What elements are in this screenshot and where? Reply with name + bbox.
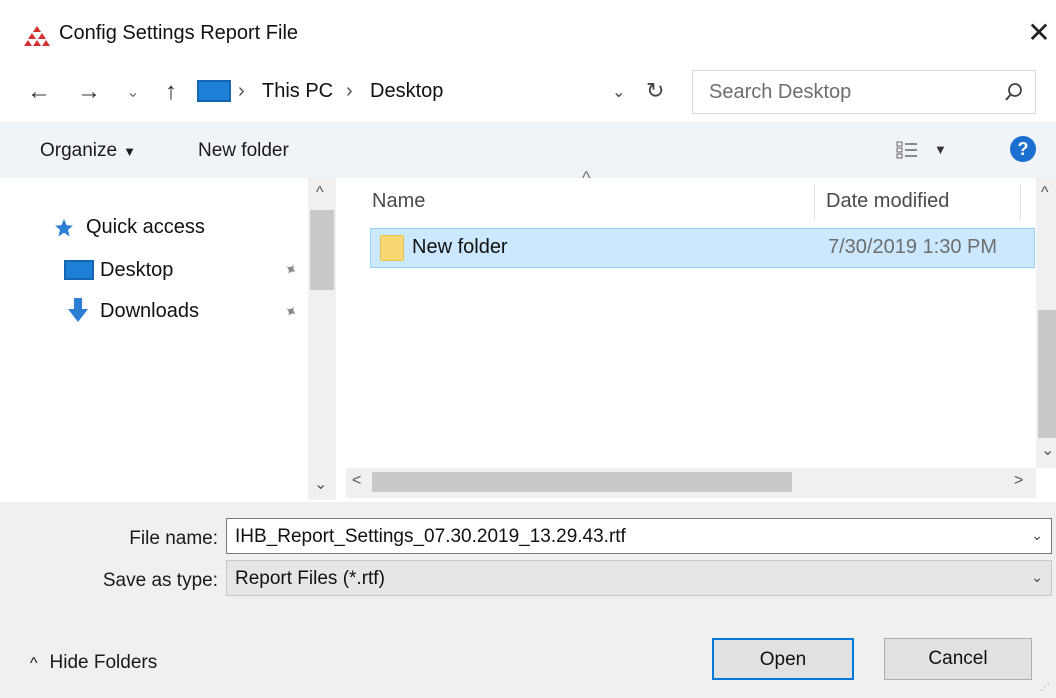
organize-label: Organize bbox=[40, 140, 118, 161]
hide-folders-button[interactable]: ^ Hide Folders bbox=[30, 652, 157, 674]
sort-ascending-icon: ^ bbox=[582, 168, 591, 188]
column-divider[interactable] bbox=[1020, 184, 1021, 220]
open-button[interactable]: Open bbox=[712, 638, 854, 680]
scroll-up-arrow-icon[interactable]: ^ bbox=[316, 184, 324, 202]
file-list-vertical-scroll-thumb[interactable] bbox=[1038, 310, 1056, 438]
this-pc-icon bbox=[197, 80, 231, 102]
scroll-left-arrow-icon[interactable]: < bbox=[352, 472, 361, 490]
new-folder-button[interactable]: New folder bbox=[198, 140, 289, 162]
organize-dropdown-icon: ▼ bbox=[123, 144, 136, 159]
file-name-label: File name: bbox=[129, 528, 218, 549]
breadcrumb-this-pc[interactable]: This PC bbox=[262, 80, 333, 103]
navigation-pane-scroll-thumb[interactable] bbox=[310, 210, 334, 290]
scroll-right-arrow-icon[interactable]: > bbox=[1014, 472, 1023, 490]
file-list-horizontal-scroll-thumb[interactable] bbox=[372, 472, 792, 492]
file-name-dropdown-icon[interactable]: ⌄ bbox=[1031, 527, 1043, 544]
search-icon[interactable] bbox=[1003, 81, 1025, 103]
view-dropdown-icon[interactable]: ▼ bbox=[934, 142, 947, 157]
cancel-button[interactable]: Cancel bbox=[884, 638, 1032, 680]
search-placeholder: Search Desktop bbox=[709, 81, 852, 103]
hide-folders-label: Hide Folders bbox=[49, 652, 158, 673]
folder-icon bbox=[380, 235, 404, 261]
save-as-type-dropdown-icon[interactable]: ⌄ bbox=[1031, 569, 1043, 586]
scroll-down-arrow-icon[interactable]: ⌄ bbox=[314, 474, 327, 494]
download-icon bbox=[68, 298, 88, 322]
file-name-input[interactable]: IHB_Report_Settings_07.30.2019_13.29.43.… bbox=[226, 518, 1052, 554]
close-button[interactable]: ✕ bbox=[1022, 16, 1056, 50]
column-header-date-modified[interactable]: Date modified bbox=[826, 190, 949, 213]
organize-button[interactable]: Organize ▼ bbox=[40, 140, 136, 162]
star-icon bbox=[55, 219, 73, 237]
file-row-name: New folder bbox=[412, 236, 508, 258]
view-options-icon[interactable] bbox=[896, 140, 918, 160]
nav-item-downloads[interactable]: Downloads bbox=[100, 300, 199, 323]
address-dropdown-button[interactable]: ⌄ bbox=[612, 82, 625, 102]
forward-button[interactable]: → bbox=[74, 74, 104, 110]
back-button[interactable]: ← bbox=[24, 74, 54, 110]
nav-item-desktop[interactable]: Desktop bbox=[100, 259, 173, 282]
file-name-value: IHB_Report_Settings_07.30.2019_13.29.43.… bbox=[235, 526, 626, 547]
column-header-name[interactable]: Name bbox=[372, 190, 425, 213]
refresh-button[interactable]: ↻ bbox=[646, 78, 664, 104]
nav-item-quick-access[interactable]: Quick access bbox=[86, 216, 205, 239]
scroll-up-arrow-icon[interactable]: ^ bbox=[1041, 184, 1049, 202]
recent-locations-button[interactable]: ⌄ bbox=[118, 74, 148, 110]
save-as-type-value: Report Files (*.rtf) bbox=[235, 568, 385, 589]
breadcrumb-separator: › bbox=[238, 80, 245, 102]
app-logo-icon bbox=[24, 26, 50, 46]
search-input[interactable]: Search Desktop bbox=[692, 70, 1036, 114]
breadcrumb-separator: › bbox=[346, 80, 353, 102]
desktop-icon bbox=[64, 260, 94, 280]
window-title: Config Settings Report File bbox=[59, 22, 299, 44]
help-button[interactable]: ? bbox=[1010, 136, 1036, 162]
file-row-date-modified: 7/30/2019 1:30 PM bbox=[828, 236, 998, 258]
scroll-down-arrow-icon[interactable]: ⌄ bbox=[1041, 440, 1054, 460]
resize-grip-icon[interactable]: ⋰ bbox=[1040, 682, 1050, 693]
chevron-up-icon: ^ bbox=[30, 655, 38, 672]
save-as-type-label: Save as type: bbox=[102, 570, 218, 591]
up-button[interactable]: ↑ bbox=[156, 74, 186, 110]
save-as-type-select[interactable]: Report Files (*.rtf) ⌄ bbox=[226, 560, 1052, 596]
breadcrumb-desktop[interactable]: Desktop bbox=[370, 80, 443, 103]
column-divider[interactable] bbox=[814, 184, 815, 220]
file-list-pane bbox=[346, 178, 1056, 500]
